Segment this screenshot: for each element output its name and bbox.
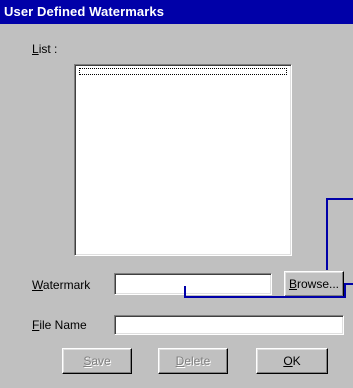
user-defined-watermarks-dialog: User Defined Watermarks List : Watermark… xyxy=(0,0,353,388)
callout-line-watermark-right xyxy=(344,283,346,298)
browse-button-label: Browse... xyxy=(288,277,340,291)
ok-button[interactable]: OK xyxy=(256,348,328,374)
file-name-input[interactable] xyxy=(114,315,344,335)
callout-line-browse-top xyxy=(326,198,353,200)
callout-line-browse-vertical xyxy=(326,198,328,270)
watermark-input[interactable] xyxy=(114,273,272,295)
dialog-title: User Defined Watermarks xyxy=(4,4,165,19)
callout-line-watermark-horizontal xyxy=(184,296,346,298)
list-item[interactable] xyxy=(79,68,287,75)
callout-line-watermark-out xyxy=(344,283,353,285)
delete-button-label: Delete xyxy=(175,354,211,368)
watermark-label: Watermark xyxy=(32,278,91,292)
save-button-label: Save xyxy=(83,354,111,368)
file-name-label: File Name xyxy=(32,318,87,332)
delete-button[interactable]: Delete xyxy=(158,348,228,374)
list-label: List : xyxy=(32,42,58,56)
title-bar: User Defined Watermarks xyxy=(0,0,353,24)
browse-button[interactable]: Browse... xyxy=(284,271,344,297)
watermark-list[interactable] xyxy=(74,64,292,256)
ok-button-label: OK xyxy=(283,354,301,368)
save-button[interactable]: Save xyxy=(62,348,132,374)
